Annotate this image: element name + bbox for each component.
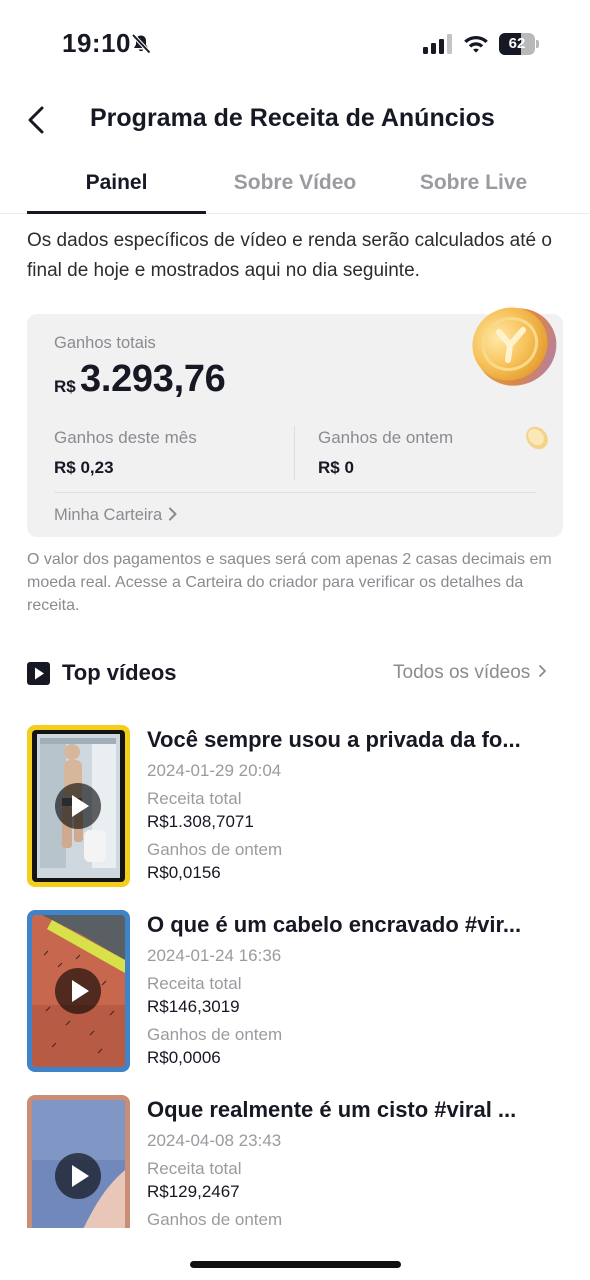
month-earnings-value: R$ 0,23 [54,458,114,477]
page-title: Programa de Receita de Anúncios [90,104,495,132]
total-revenue-value: R$146,3019 [147,997,240,1016]
total-earnings-currency: R$ [54,377,76,396]
battery-icon: 62 [499,33,539,55]
video-thumbnail[interactable] [27,725,130,887]
yesterday-earnings-value: R$ 0 [318,458,354,477]
bottom-safe-area [0,1228,590,1280]
back-button[interactable] [20,100,56,140]
thumbnail-image [32,915,125,1067]
top-videos-title: Top vídeos [62,660,177,685]
battery-body: 62 [499,33,535,55]
video-item[interactable]: O que é um cabelo encravado #vir... 2024… [0,910,590,1080]
tab-painel[interactable]: Painel [27,171,206,201]
active-tab-indicator [27,211,206,214]
chevron-right-icon [169,507,177,521]
total-revenue-value: R$129,2467 [147,1182,240,1201]
video-title: Oque realmente é um cisto #viral ... [147,1097,517,1122]
intro-text: Os dados específicos de vídeo e renda se… [27,230,552,281]
tab-sobre-live[interactable]: Sobre Live [384,171,563,201]
yesterday-earnings-value: R$0,0006 [147,1048,221,1067]
video-title: O que é um cabelo encravado #vir... [147,912,522,937]
yesterday-earnings-label: Ganhos de ontem [147,1025,283,1044]
total-earnings-value: 3.293,76 [80,358,226,400]
all-videos-link[interactable]: Todos os vídeos [393,662,547,684]
video-date: 2024-04-08 23:43 [147,1131,282,1150]
yesterday-earnings-label: Ganhos de ontem [147,840,283,859]
total-revenue-label: Receita total [147,789,242,808]
wifi-icon [464,36,488,53]
month-earnings-label: Ganhos deste mês [54,428,197,447]
video-date: 2024-01-24 16:36 [147,946,282,965]
tab-sobre-video[interactable]: Sobre Vídeo [206,171,384,201]
video-item[interactable]: Você sempre usou a privada da fo... 2024… [0,725,590,895]
video-thumbnail[interactable] [27,910,130,1072]
coin-icon [472,307,557,386]
my-wallet-label: Minha Carteira [54,506,163,524]
total-revenue-value: R$1.308,7071 [147,812,254,831]
thumbnail-image [32,730,125,882]
total-revenue-label: Receita total [147,1159,242,1178]
tab-bar: Painel Sobre Vídeo Sobre Live [0,160,590,214]
home-indicator[interactable] [190,1261,401,1268]
payout-notice: O valor dos pagamentos e saques será com… [27,551,552,614]
video-date: 2024-01-29 20:04 [147,761,282,780]
yesterday-earnings-label: Ganhos de ontem [318,428,454,447]
my-wallet-link[interactable]: Minha Carteira [54,506,178,528]
card-divider [294,426,295,480]
earnings-card: Ganhos totais R$ 3.293,76 Ganhos deste m… [27,307,563,537]
small-coin-icon [526,426,548,450]
status-time: 19:10 [62,28,131,58]
total-revenue-label: Receita total [147,974,242,993]
total-earnings-label: Ganhos totais [54,334,156,352]
cellular-signal-icon [423,34,452,54]
play-icon [55,968,101,1014]
play-icon [55,783,101,829]
all-videos-label: Todos os vídeos [393,662,531,683]
bell-slash-icon [131,33,151,54]
video-play-icon [27,662,50,685]
battery-percentage: 62 [508,35,526,52]
card-separator [54,492,536,493]
battery-cap [536,40,539,48]
chevron-right-icon [539,665,547,677]
video-title: Você sempre usou a privada da fo... [147,727,521,752]
play-icon [55,1153,101,1199]
yesterday-earnings-label: Ganhos de ontem [147,1210,283,1229]
status-bar: 19:10 62 [0,0,590,88]
yesterday-earnings-value: R$0,0156 [147,863,221,882]
